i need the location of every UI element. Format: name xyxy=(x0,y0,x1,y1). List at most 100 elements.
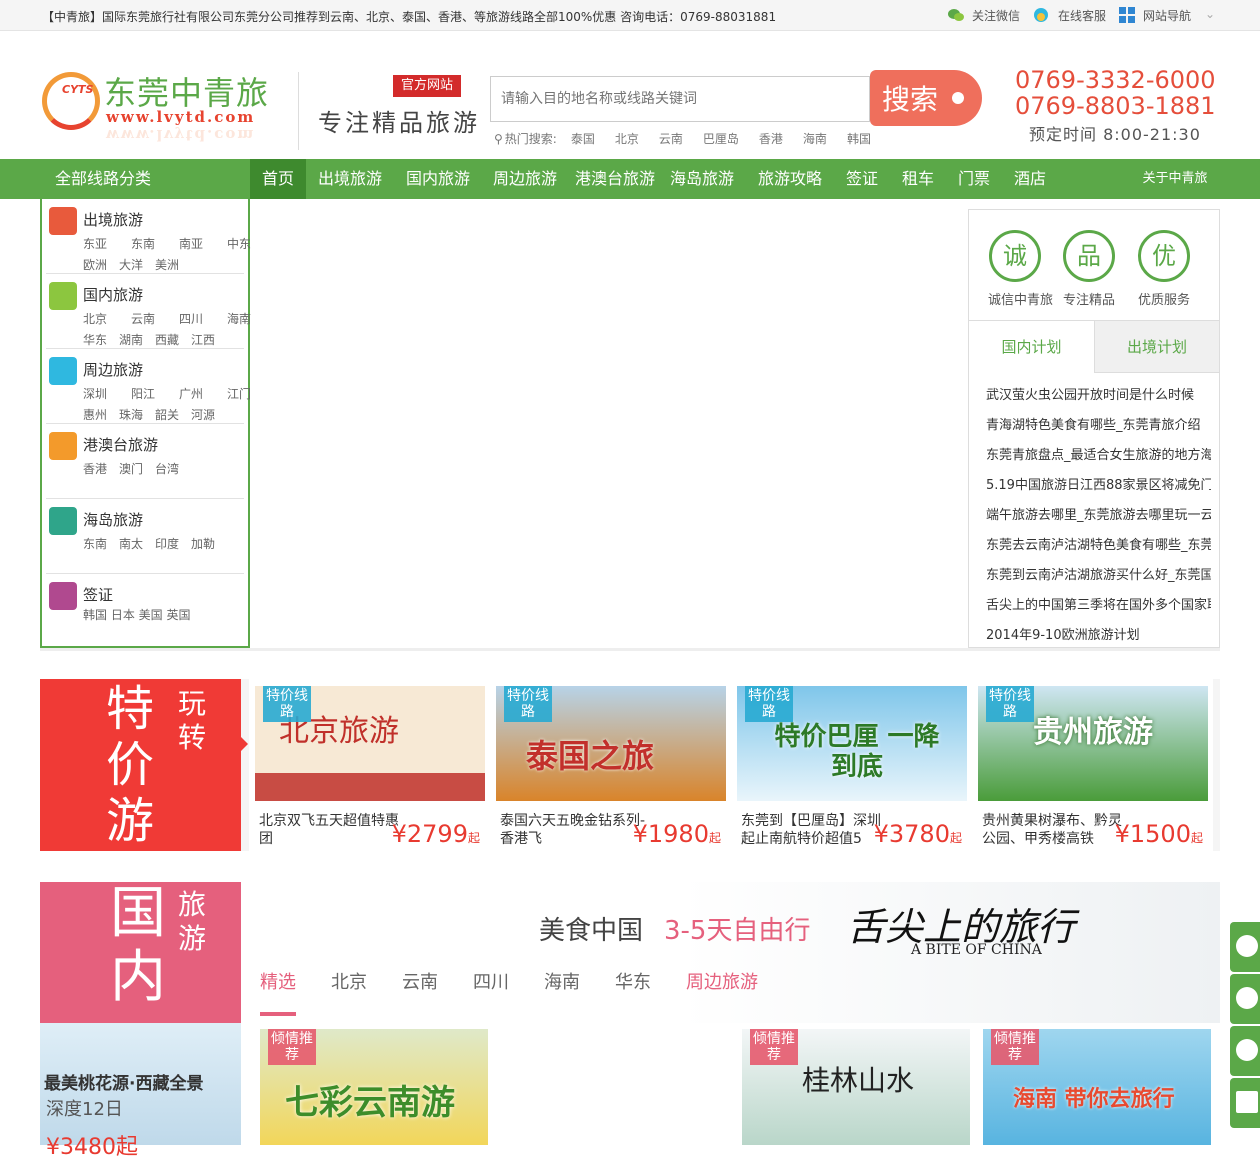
nav-item-tickets[interactable]: 门票 xyxy=(952,159,996,199)
news-item[interactable]: 舌尖上的中国第三季将在国外多个国家取 xyxy=(986,594,1211,613)
tab-domestic-plan[interactable]: 国内计划 xyxy=(969,321,1094,373)
special-card-title[interactable]: 东莞到【巴厘岛】深圳起止南航特价超值5 xyxy=(741,812,889,848)
logo[interactable]: CYTS 东莞中青旅 www.lvytd.com www.lvytd.com xyxy=(42,66,272,146)
hot-search-item[interactable]: 巴厘岛 xyxy=(703,132,739,146)
follow-wechat-link[interactable]: 关注微信 xyxy=(972,7,1020,24)
news-item[interactable]: 东莞到云南泸沽湖旅游买什么好_东莞国 xyxy=(986,564,1211,583)
domestic-tab-sichuan[interactable]: 四川 xyxy=(473,968,509,994)
nav-item-outbound[interactable]: 出境旅游 xyxy=(312,159,388,199)
nav-item-island[interactable]: 海岛旅游 xyxy=(664,159,740,199)
all-categories-button[interactable]: 全部线路分类 xyxy=(42,159,250,199)
sidebar-group-links[interactable]: 韩国 日本 美国 英国 xyxy=(83,606,190,623)
sidebar-group-title[interactable]: 港澳台旅游 xyxy=(83,434,158,455)
domestic-tab-selected[interactable]: 精选 xyxy=(260,968,296,994)
card-image-text: 海南 带你去旅行 xyxy=(1013,1087,1175,1112)
sidebar-group-nearby[interactable]: 周边旅游 深圳 阳江 广州 江门 惠州 珠海 韶关 河源 xyxy=(46,349,251,424)
service-badge-icon: 优 xyxy=(1138,230,1190,282)
sidebar-group-links[interactable]: 北京 云南 四川 海南 xyxy=(83,310,251,327)
hot-search-item[interactable]: 云南 xyxy=(659,132,683,146)
phone-number-2: 0769-8803-1881 xyxy=(1015,92,1216,120)
sidebar-group-visa[interactable]: 签证 韩国 日本 美国 英国 xyxy=(46,574,244,649)
top-bar: 【中青旅】国际东莞旅行社有限公司东莞分公司推荐到云南、北京、泰国、香港、等旅游线… xyxy=(0,0,1260,31)
site-nav-link[interactable]: 网站导航 xyxy=(1143,7,1191,24)
special-card-image[interactable]: 北京旅游 特价线路 xyxy=(255,686,485,801)
wechat-button[interactable] xyxy=(1230,1026,1260,1076)
weibo-icon xyxy=(1236,987,1258,1009)
domestic-card[interactable]: 七彩云南游 倾情推荐 xyxy=(260,1029,488,1145)
domestic-card[interactable]: 桂林山水 倾情推荐 xyxy=(742,1029,970,1145)
online-service-link[interactable]: 在线客服 xyxy=(1058,7,1106,24)
nav-item-nearby[interactable]: 周边旅游 xyxy=(487,159,563,199)
special-card-image[interactable]: 贵州旅游 特价线路 xyxy=(978,686,1208,801)
sidebar-group-island[interactable]: 海岛旅游 东南 南太 印度 加勒 xyxy=(46,499,244,574)
special-card-title[interactable]: 北京双飞五天超值特惠团 xyxy=(259,812,407,848)
nav-item-visa[interactable]: 签证 xyxy=(840,159,884,199)
nav-item-home[interactable]: 首页 xyxy=(250,159,306,199)
sidebar-group-title[interactable]: 签证 xyxy=(83,584,113,605)
sidebar-group-title[interactable]: 国内旅游 xyxy=(83,284,143,305)
special-card[interactable]: 特价巴厘 一降到底 特价线路 东莞到【巴厘岛】深圳起止南航特价超值5 ¥3780… xyxy=(731,679,972,851)
hot-search-item[interactable]: 韩国 xyxy=(847,132,871,146)
sidebar-group-links[interactable]: 香港 澳门 台湾 xyxy=(83,460,179,477)
domestic-tab-yunnan[interactable]: 云南 xyxy=(402,968,438,994)
nav-item-car-rental[interactable]: 租车 xyxy=(896,159,940,199)
special-card-title[interactable]: 泰国六天五晚金钻系列-香港飞 xyxy=(500,812,648,848)
nav-item-hotel[interactable]: 酒店 xyxy=(1008,159,1052,199)
weibo-button[interactable] xyxy=(1230,974,1260,1024)
news-item[interactable]: 东莞青旅盘点_最适合女生旅游的地方海 xyxy=(986,444,1211,463)
sidebar-group-links[interactable]: 东南 南太 印度 加勒 xyxy=(83,535,215,552)
special-card-image[interactable]: 泰国之旅 特价线路 xyxy=(496,686,726,801)
search-input[interactable] xyxy=(490,76,870,122)
special-card[interactable]: 泰国之旅 特价线路 泰国六天五晚金钻系列-香港飞 ¥1980起 xyxy=(490,679,731,851)
sidebar-group-links[interactable]: 深圳 阳江 广州 江门 xyxy=(83,385,251,402)
qq-button[interactable] xyxy=(1230,922,1260,972)
domestic-banner[interactable]: 美食中国 3-5天自由行 舌尖上的旅行 A BITE OF CHINA xyxy=(241,882,1220,1023)
sidebar-group-title[interactable]: 海岛旅游 xyxy=(83,509,143,530)
sidebar-group-domestic[interactable]: 国内旅游 北京 云南 四川 海南 华东 湖南 西藏 江西 xyxy=(46,274,251,349)
domestic-card[interactable]: 海南 带你去旅行 倾情推荐 xyxy=(983,1029,1211,1145)
domestic-tab-east-china[interactable]: 华东 xyxy=(615,968,651,994)
sidebar-group-links[interactable]: 华东 湖南 西藏 江西 xyxy=(83,331,215,348)
online-service-icon[interactable] xyxy=(1032,6,1050,24)
news-item[interactable]: 武汉萤火虫公园开放时间是什么时候 xyxy=(986,384,1211,403)
sidebar-group-links[interactable]: 东亚 东南 南亚 中东 xyxy=(83,235,251,252)
domestic-tab-beijing[interactable]: 北京 xyxy=(331,968,367,994)
tab-outbound-plan[interactable]: 出境计划 xyxy=(1094,321,1219,373)
feedback-button[interactable] xyxy=(1230,1078,1260,1128)
sidebar-group-title[interactable]: 周边旅游 xyxy=(83,359,143,380)
nav-item-domestic[interactable]: 国内旅游 xyxy=(400,159,476,199)
news-item[interactable]: 东莞去云南泸沽湖特色美食有哪些_东莞 xyxy=(986,534,1211,553)
special-card[interactable]: 贵州旅游 特价线路 贵州黄果树瀑布、黔灵公园、甲秀楼高铁 ¥1500起 xyxy=(972,679,1213,851)
news-item[interactable]: 端午旅游去哪里_东莞旅游去哪里玩一云南 xyxy=(986,504,1211,523)
nav-item-about[interactable]: 关于中青旅 xyxy=(1135,159,1215,199)
hot-search-item[interactable]: 泰国 xyxy=(571,132,595,146)
sidebar-group-outbound[interactable]: 出境旅游 东亚 东南 南亚 中东 欧洲 大洋 美洲 xyxy=(46,199,251,274)
news-item[interactable]: 2014年9-10欧洲旅游计划 xyxy=(986,624,1211,643)
special-card[interactable]: 北京旅游 特价线路 北京双飞五天超值特惠团 ¥2799起 xyxy=(249,679,490,851)
sidebar-group-hk-macau-taiwan[interactable]: 港澳台旅游 香港 澳门 台湾 xyxy=(46,424,244,499)
chevron-down-icon[interactable]: ⌄ xyxy=(1205,7,1215,21)
hot-search-item[interactable]: 香港 xyxy=(759,132,783,146)
hot-search-item[interactable]: 海南 xyxy=(803,132,827,146)
special-card-image[interactable]: 特价巴厘 一降到底 特价线路 xyxy=(737,686,967,801)
search-icon: ⚲ xyxy=(494,132,503,146)
sidebar-group-links[interactable]: 惠州 珠海 韶关 河源 xyxy=(83,406,215,423)
domestic-tab-nearby[interactable]: 周边旅游 xyxy=(686,968,758,994)
nav-item-guide[interactable]: 旅游攻略 xyxy=(752,159,828,199)
sidebar-group-links[interactable]: 欧洲 大洋 美洲 xyxy=(83,256,179,273)
wechat-icon[interactable] xyxy=(947,6,965,24)
nav-item-hk-macau-taiwan[interactable]: 港澳台旅游 xyxy=(575,159,655,199)
sidebar-group-title[interactable]: 出境旅游 xyxy=(83,209,143,230)
news-item[interactable]: 5.19中国旅游日江西88家景区将减免门票 xyxy=(986,474,1211,493)
domestic-tab-hainan[interactable]: 海南 xyxy=(544,968,580,994)
search-button[interactable]: 搜索 xyxy=(870,70,982,126)
special-label-big: 特价游 xyxy=(106,681,155,849)
booking-time: 预定时间 8:00-21:30 xyxy=(1029,125,1201,144)
site-nav-icon[interactable] xyxy=(1118,6,1136,24)
special-card-price: ¥3780起 xyxy=(874,820,962,848)
special-card-title[interactable]: 贵州黄果树瀑布、黔灵公园、甲秀楼高铁 xyxy=(982,812,1130,848)
hot-search-item[interactable]: 北京 xyxy=(615,132,639,146)
domestic-feature[interactable]: 最美桃花源·西藏全景 深度12日 ¥3480起 xyxy=(40,1023,241,1160)
hot-search-label: 热门搜索: xyxy=(504,132,557,146)
news-item[interactable]: 青海湖特色美食有哪些_东莞青旅介绍 xyxy=(986,414,1211,433)
